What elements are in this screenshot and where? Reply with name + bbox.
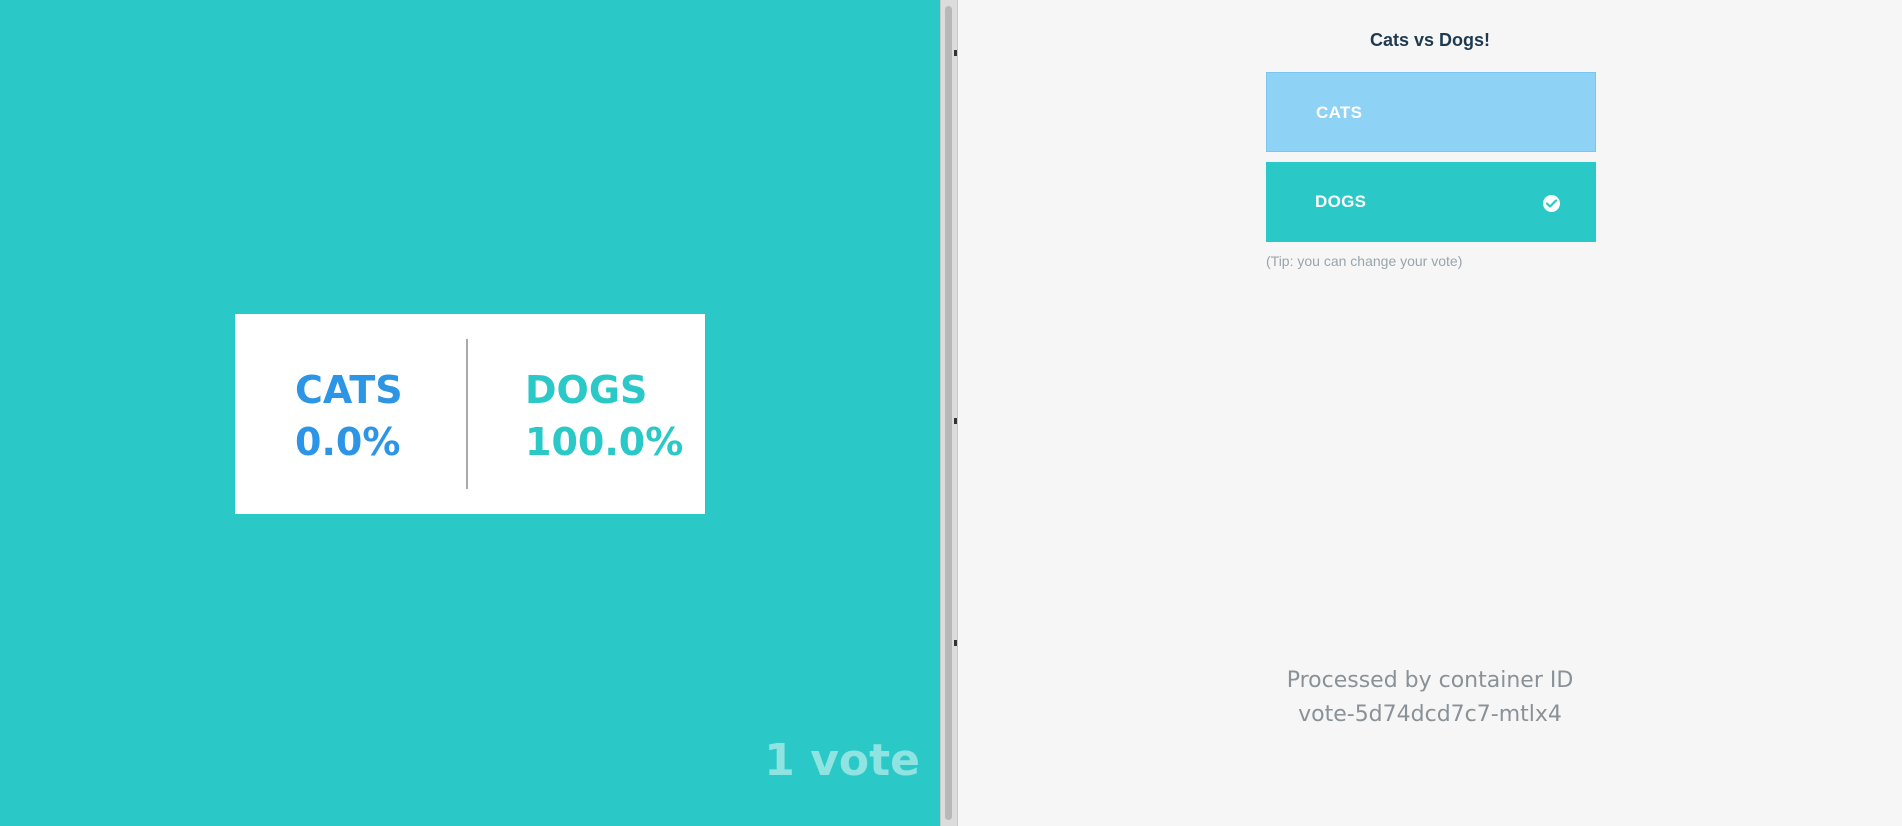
cats-result-label: CATS — [295, 368, 403, 412]
pane-splitter[interactable] — [940, 0, 958, 826]
container-id: vote-5d74dcd7c7-mtlx4 — [1298, 702, 1562, 727]
result-divider — [466, 339, 468, 489]
vote-pane: Cats vs Dogs! CATS DOGS (Tip: you can ch… — [958, 0, 1902, 826]
app-window: CATS 0.0% DOGS 100.0% 1 vote Cats vs Dog… — [0, 0, 1902, 826]
vote-dogs-label: DOGS — [1315, 192, 1367, 211]
vote-dogs-button[interactable]: DOGS — [1266, 162, 1596, 242]
results-pane: CATS 0.0% DOGS 100.0% 1 vote — [0, 0, 940, 826]
dogs-result-label: DOGS — [525, 368, 648, 412]
vote-count: 1 vote — [764, 735, 920, 786]
splitter-tick — [954, 418, 957, 424]
cats-result: CATS 0.0% — [295, 364, 403, 468]
check-circle-icon — [1543, 195, 1560, 212]
vote-tip: (Tip: you can change your vote) — [1266, 253, 1463, 269]
dogs-result: DOGS 100.0% — [525, 364, 683, 468]
splitter-tick — [954, 640, 957, 646]
container-info: Processed by container ID vote-5d74dcd7c… — [958, 664, 1902, 732]
vote-cats-label: CATS — [1316, 103, 1363, 122]
cats-result-percent: 0.0% — [295, 420, 401, 464]
dogs-result-percent: 100.0% — [525, 420, 684, 464]
vote-cats-button[interactable]: CATS — [1266, 72, 1596, 152]
vote-title: Cats vs Dogs! — [1369, 30, 1491, 50]
splitter-tick — [954, 50, 957, 56]
results-card: CATS 0.0% DOGS 100.0% — [235, 314, 705, 514]
container-info-label: Processed by container ID — [1286, 668, 1574, 693]
splitter-handle[interactable] — [945, 6, 952, 820]
